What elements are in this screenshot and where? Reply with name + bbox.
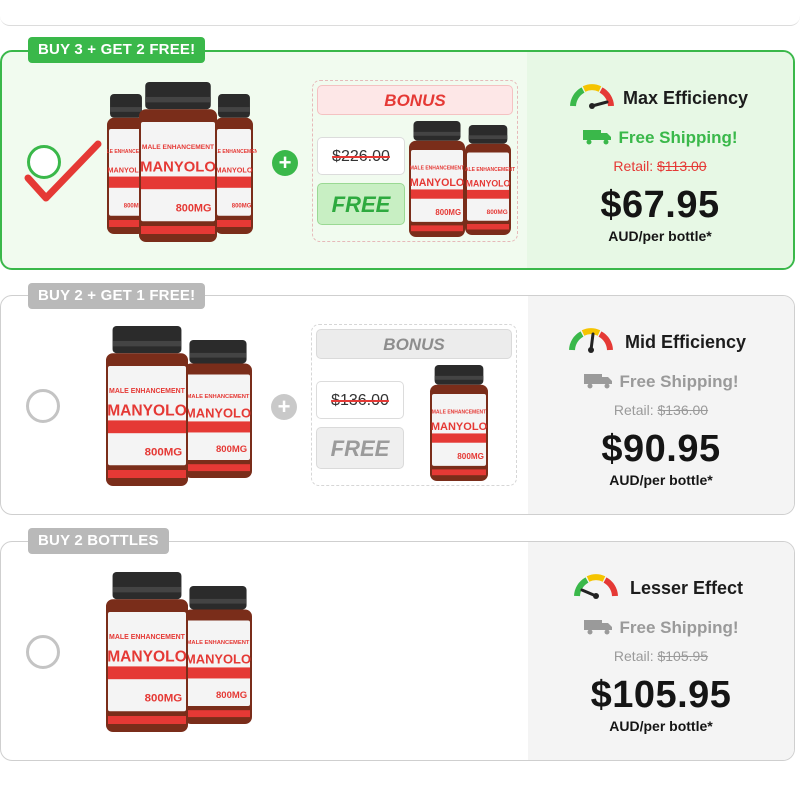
svg-text:MANYOLO: MANYOLO — [185, 405, 251, 420]
plus-icon: + — [271, 394, 297, 420]
bottle: MALE ENHANCEMENT MANYOLO 800MG — [409, 121, 465, 237]
svg-text:800MG: 800MG — [176, 203, 212, 215]
per-unit-label: AUD/per bottle* — [608, 228, 712, 244]
offer-radio[interactable] — [27, 145, 61, 179]
bonus-old-price: $226.00 — [317, 137, 405, 175]
bottle: MALE ENHANCEMENT MANYOLO 800MG — [461, 125, 515, 235]
offer-radio[interactable] — [26, 389, 60, 423]
product-bottles-image: MALE ENHANCEMENTMANYOLO800MGMALE ENHANCE… — [106, 572, 252, 732]
per-unit-label: AUD/per bottle* — [609, 718, 713, 734]
offer-price: $67.95 — [600, 184, 720, 226]
svg-text:MALE ENHANCEMENT: MALE ENHANCEMENT — [142, 144, 214, 151]
offer-card-buy2[interactable]: MALE ENHANCEMENT MANYOLO 800MG MALE ENHANCE… — [0, 541, 795, 761]
truck-icon — [583, 374, 612, 389]
svg-text:MALE ENHANCEMENT: MALE ENHANCEMENT — [432, 410, 486, 416]
shipping-label: Free Shipping! — [528, 618, 794, 638]
svg-text:800MG: 800MG — [145, 693, 183, 705]
bonus-box: BONUS $226.00 FREE MALE ENHANCEMENT MANYO… — [312, 80, 518, 242]
bonus-header: BONUS — [316, 329, 512, 359]
offer-price: $105.95 — [590, 674, 732, 716]
bonus-box: BONUS $136.00 FREE MALE ENHANCEMENT MANYO… — [311, 324, 517, 486]
product-bottles-image: MALE ENHANCEMENTMANYOLO800MGMALE ENHANCE… — [107, 82, 257, 242]
shipping-label: Free Shipping! — [528, 372, 794, 392]
offer-radio[interactable] — [26, 635, 60, 669]
svg-text:MALE ENHANCEMENT: MALE ENHANCEMENT — [187, 640, 250, 646]
svg-text:MALE ENHANCEMENT: MALE ENHANCEMENT — [410, 166, 464, 172]
bottle: MALE ENHANCEMENT MANYOLO 800MG — [106, 572, 188, 732]
svg-text:MANYOLO: MANYOLO — [216, 165, 253, 174]
bonus-free-label: FREE — [317, 183, 405, 225]
efficiency-label: Mid Efficiency — [625, 332, 747, 352]
svg-text:800MG: 800MG — [216, 444, 247, 455]
bottle: MALE ENHANCEMENT MANYOLO 800MG — [184, 586, 252, 724]
bonus-bottles-image: MALE ENHANCEMENTMANYOLO800MGMALE ENHANCE… — [409, 121, 515, 237]
svg-text:800MG: 800MG — [145, 447, 183, 459]
svg-text:MALE ENHANCEMENT: MALE ENHANCEMENT — [461, 167, 515, 173]
gauge-icon — [569, 328, 613, 353]
plus-icon: + — [272, 150, 298, 176]
svg-text:800MG: 800MG — [232, 203, 252, 209]
offer-card-buy2-get1[interactable]: MALE ENHANCEMENT MANYOLO 800MG MALE ENHANCE… — [0, 295, 795, 515]
bottle: MALE ENHANCEMENT MANYOLO 800MG — [139, 82, 217, 242]
svg-text:MALE ENHANCEMENT: MALE ENHANCEMENT — [109, 388, 186, 395]
efficiency-label: Lesser Effect — [630, 578, 744, 598]
svg-text:800MG: 800MG — [457, 452, 484, 461]
retail-price: Retail: $136.00 — [613, 402, 709, 418]
gauge-icon — [570, 84, 614, 109]
bonus-bottles-image: MALE ENHANCEMENT MANYOLO 800MG — [430, 365, 488, 481]
retail-price: Retail: $105.95 — [613, 648, 709, 664]
svg-text:800MG: 800MG — [435, 208, 461, 217]
gauge-icon — [574, 574, 618, 599]
truck-icon — [582, 130, 611, 145]
svg-text:MANYOLO: MANYOLO — [107, 649, 187, 666]
svg-text:MANYOLO: MANYOLO — [410, 177, 464, 189]
offer-card-buy3[interactable]: MALE ENHANCEMENTMANYOLO800MGMALE ENHANCE… — [0, 50, 795, 270]
previous-card-edge — [0, 0, 800, 26]
product-bottles-image: MALE ENHANCEMENTMANYOLO800MGMALE ENHANCE… — [106, 326, 252, 486]
svg-text:MANYOLO: MANYOLO — [185, 651, 251, 666]
bottle: MALE ENHANCEMENT MANYOLO 800MG — [184, 340, 252, 478]
svg-text:MALE ENHANCEMENT: MALE ENHANCEMENT — [187, 394, 250, 400]
svg-text:MANYOLO: MANYOLO — [431, 421, 488, 433]
svg-text:800MG: 800MG — [487, 209, 508, 216]
bottle: MALE ENHANCEMENT MANYOLO 800MG — [106, 326, 188, 486]
shipping-label: Free Shipping! — [527, 128, 793, 148]
retail-price: Retail: $113.00 — [613, 158, 707, 174]
truck-icon — [583, 620, 612, 635]
offer-badge: BUY 3 + GET 2 FREE! — [28, 37, 206, 63]
bonus-old-price: $136.00 — [316, 381, 404, 419]
bonus-header: BONUS — [317, 85, 513, 115]
offer-price: $90.95 — [601, 428, 721, 470]
offer-badge: BUY 2 BOTTLES — [28, 528, 169, 554]
bottle: MALE ENHANCEMENT MANYOLO 800MG — [430, 365, 488, 481]
svg-text:800MG: 800MG — [216, 690, 247, 701]
per-unit-label: AUD/per bottle* — [609, 472, 713, 488]
efficiency-label: Max Efficiency — [623, 88, 749, 108]
svg-text:MANYOLO: MANYOLO — [107, 403, 187, 420]
svg-text:MALE ENHANCEMENT: MALE ENHANCEMENT — [109, 634, 186, 641]
svg-text:MANYOLO: MANYOLO — [140, 160, 216, 176]
offer-badge: BUY 2 + GET 1 FREE! — [28, 283, 206, 309]
svg-text:MANYOLO: MANYOLO — [466, 179, 511, 189]
bonus-free-label: FREE — [316, 427, 404, 469]
